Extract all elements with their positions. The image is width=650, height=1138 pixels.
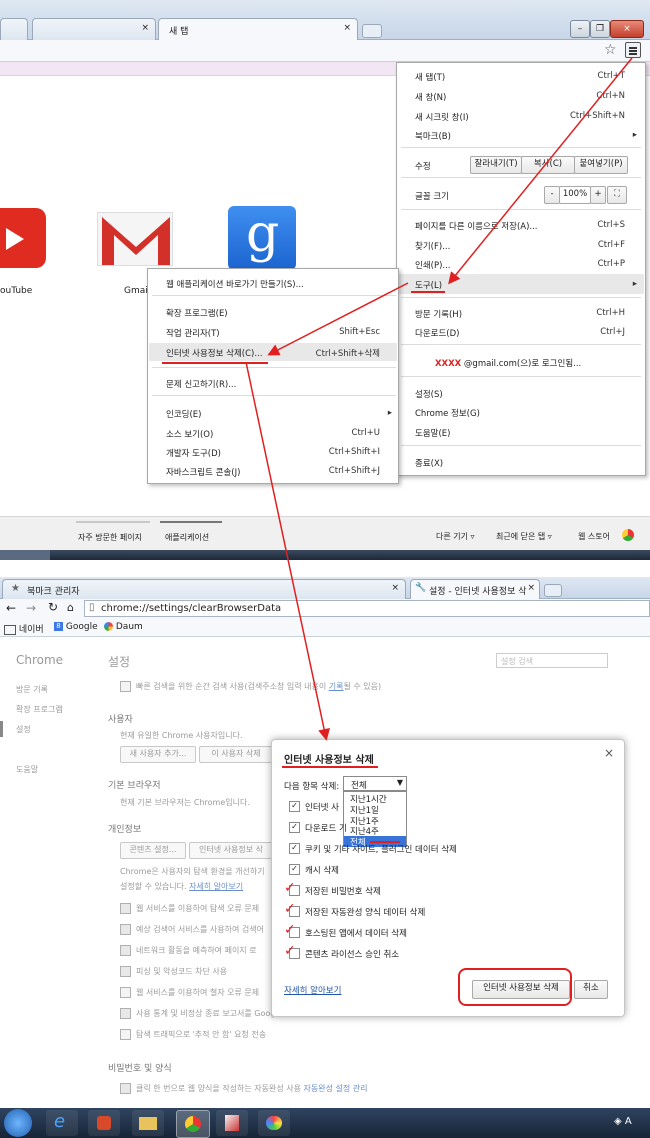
- media-player-icon[interactable]: [88, 1110, 120, 1136]
- annotation-arrows: [245, 57, 633, 741]
- file-explorer-icon[interactable]: [132, 1110, 164, 1136]
- windows-start-icon[interactable]: [4, 1109, 32, 1137]
- chrome-taskbar-icon[interactable]: [176, 1110, 210, 1138]
- paint-tool-icon[interactable]: [216, 1110, 248, 1136]
- ie-icon[interactable]: e: [46, 1110, 78, 1136]
- network-icon[interactable]: ◈: [614, 1116, 622, 1127]
- paint-palette-icon[interactable]: [258, 1110, 290, 1136]
- arrow-menu-to-tools: [448, 57, 633, 285]
- ime-indicator[interactable]: A: [625, 1116, 632, 1127]
- system-tray: ◈ A: [614, 1116, 632, 1127]
- arrow-clear-to-dialog: [245, 361, 330, 741]
- arrow-tools-to-clear: [267, 282, 409, 356]
